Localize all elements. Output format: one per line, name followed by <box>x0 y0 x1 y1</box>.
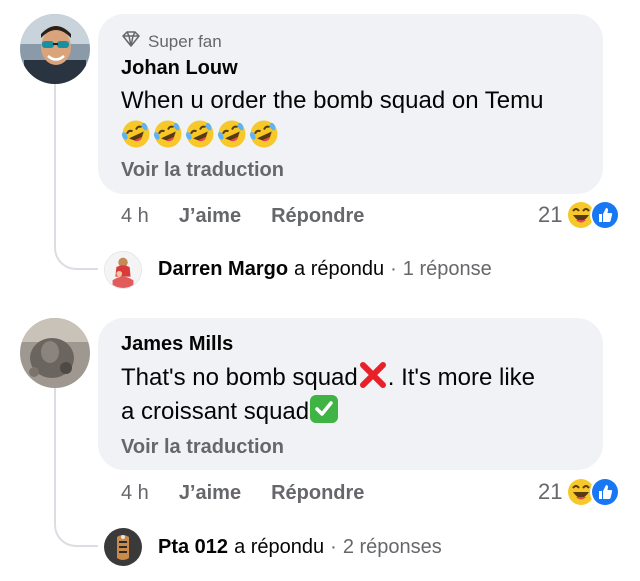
rofl-emoji-icon <box>121 120 150 148</box>
separator-dot: · <box>390 258 397 280</box>
cross-mark-icon <box>359 362 386 388</box>
see-translation-link[interactable]: Voir la traduction <box>121 436 284 459</box>
comment-text: a croissant squad <box>121 394 339 429</box>
comment-actions: 4 h J’aime Répondre <box>121 482 394 505</box>
like-icon <box>590 477 621 507</box>
rofl-emoji-icon <box>217 120 246 148</box>
comment-text-part: That's no bomb squad <box>121 364 358 391</box>
separator-dot: · <box>330 536 337 558</box>
reply-avatar[interactable] <box>104 528 142 566</box>
avatar[interactable] <box>20 14 90 84</box>
check-mark-icon <box>310 395 339 423</box>
comment-author[interactable]: James Mills <box>121 333 233 356</box>
comment-author[interactable]: Johan Louw <box>121 57 238 80</box>
comment-timestamp[interactable]: 4 h <box>121 482 149 505</box>
thread-connector <box>54 82 98 270</box>
comment-text: When u order the bomb squad on Temu <box>121 87 544 114</box>
comment-timestamp[interactable]: 4 h <box>121 205 149 228</box>
reply-author: Darren Margo <box>158 258 289 280</box>
view-replies-link[interactable]: Darren Margo a répondu · 1 réponse <box>158 258 492 281</box>
reaction-count: 21 <box>538 202 563 227</box>
like-icon <box>590 200 621 230</box>
comment-emojis <box>121 119 279 149</box>
reactions-summary[interactable]: 21 <box>538 476 621 508</box>
reactions-summary[interactable]: 21 <box>538 199 621 231</box>
reply-verb: a répondu <box>234 536 325 558</box>
badge-label: Super fan <box>148 31 222 51</box>
rofl-emoji-icon <box>153 120 182 148</box>
view-replies-link[interactable]: Pta 012 a répondu · 2 réponses <box>158 536 442 559</box>
comment-text: That's no bomb squad . It's more like <box>121 360 535 395</box>
comment-text-part: . It's more like <box>387 364 536 391</box>
rofl-emoji-icon <box>185 120 214 148</box>
reply-button[interactable]: Répondre <box>271 205 364 228</box>
super-fan-badge: Super fan <box>121 30 222 53</box>
rofl-emoji-icon <box>249 120 278 148</box>
comment-text-part: a croissant squad <box>121 398 310 425</box>
like-button[interactable]: J’aime <box>179 205 241 228</box>
diamond-icon <box>121 30 141 53</box>
reply-verb: a répondu <box>294 258 385 280</box>
thread-connector <box>54 386 98 547</box>
reply-button[interactable]: Répondre <box>271 482 364 505</box>
see-translation-link[interactable]: Voir la traduction <box>121 159 284 182</box>
reply-count: 1 réponse <box>402 258 492 280</box>
reply-count: 2 réponses <box>342 536 442 558</box>
reaction-count: 21 <box>538 479 563 504</box>
reply-avatar[interactable] <box>104 251 142 289</box>
avatar[interactable] <box>20 318 90 388</box>
comment-actions: 4 h J’aime Répondre <box>121 205 394 228</box>
reply-author: Pta 012 <box>158 536 229 558</box>
like-button[interactable]: J’aime <box>179 482 241 505</box>
